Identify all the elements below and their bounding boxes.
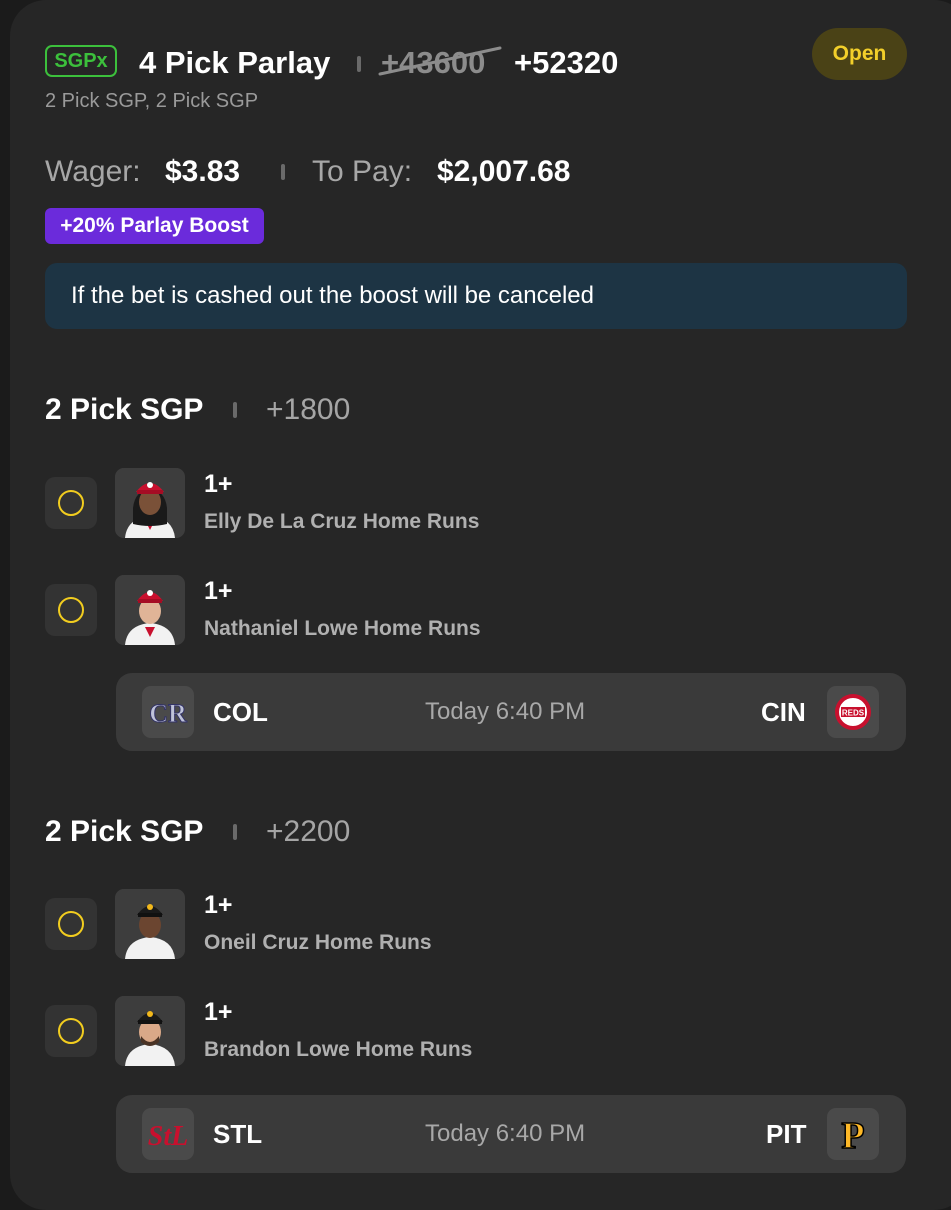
pick-description: Oneil Cruz Home Runs: [204, 931, 432, 954]
pick-line: 1+: [204, 470, 233, 498]
game-time: Today 6:40 PM: [425, 1120, 586, 1147]
bet-title: 4 Pick Parlay: [139, 45, 331, 80]
pending-ring-icon: [58, 1018, 84, 1044]
wager-label: Wager:: [45, 155, 141, 188]
pick-status-radio[interactable]: [45, 477, 97, 529]
home-team: CIN: [761, 697, 806, 727]
pick-line: 1+: [204, 577, 233, 605]
pick-line: 1+: [204, 891, 233, 919]
parlay-boost-badge: +20% Parlay Boost: [45, 208, 264, 244]
cardinals-logo-icon: StL: [142, 1108, 194, 1160]
pending-ring-icon: [58, 597, 84, 623]
rockies-logo-icon: CR: [142, 686, 194, 738]
svg-text:REDS: REDS: [842, 709, 865, 718]
to-pay-label: To Pay:: [312, 155, 413, 188]
pirates-logo-icon: P: [827, 1108, 879, 1160]
game-time: Today 6:40 PM: [425, 698, 586, 725]
sgpx-badge: SGPx: [45, 45, 117, 77]
reds-logo-icon: REDS: [827, 686, 879, 738]
section-title: 2 Pick SGP: [45, 815, 204, 848]
section-odds: +1800: [266, 393, 351, 426]
pick-description: Elly De La Cruz Home Runs: [204, 510, 480, 533]
player-avatar: [115, 996, 185, 1066]
svg-text:StL: StL: [148, 1121, 188, 1152]
divider: [233, 824, 237, 840]
svg-text:P: P: [841, 1115, 864, 1154]
strikethrough-line: [378, 46, 502, 76]
player-headshot-icon: [115, 889, 185, 959]
player-headshot-icon: [115, 468, 185, 538]
pick-status-radio[interactable]: [45, 1005, 97, 1057]
divider: [281, 164, 285, 180]
boosted-odds: +52320: [514, 45, 619, 80]
section-title: 2 Pick SGP: [45, 393, 204, 426]
wager-value: $3.83: [165, 155, 241, 188]
section-odds: +2200: [266, 815, 351, 848]
pending-ring-icon: [58, 911, 84, 937]
divider: [357, 56, 361, 72]
pending-ring-icon: [58, 490, 84, 516]
away-team: STL: [213, 1119, 263, 1149]
player-headshot-icon: [115, 575, 185, 645]
player-avatar: [115, 889, 185, 959]
player-avatar: [115, 468, 185, 538]
pick-status-radio[interactable]: [45, 898, 97, 950]
boost-notice: If the bet is cashed out the boost will …: [45, 263, 907, 329]
home-team: PIT: [766, 1119, 807, 1149]
status-badge[interactable]: Open: [812, 28, 907, 80]
to-pay-value: $2,007.68: [437, 155, 571, 188]
svg-text:CR: CR: [149, 699, 187, 728]
away-team: COL: [213, 697, 268, 727]
divider: [233, 402, 237, 418]
player-headshot-icon: [115, 996, 185, 1066]
bet-subtitle: 2 Pick SGP, 2 Pick SGP: [45, 90, 259, 112]
player-avatar: [115, 575, 185, 645]
pick-description: Nathaniel Lowe Home Runs: [204, 617, 481, 640]
pick-line: 1+: [204, 998, 233, 1026]
pick-description: Brandon Lowe Home Runs: [204, 1038, 473, 1061]
pick-status-radio[interactable]: [45, 584, 97, 636]
